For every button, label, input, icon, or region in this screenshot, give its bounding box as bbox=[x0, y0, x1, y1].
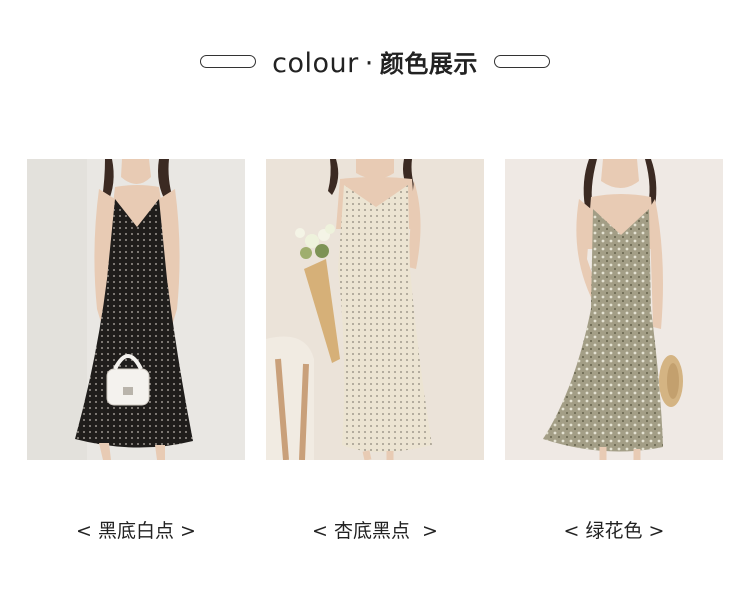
caption-black-dots: < 黑底白点 > bbox=[76, 520, 196, 542]
section-title: colour · 颜色展示 bbox=[272, 44, 478, 79]
title-chinese: 颜色展示 bbox=[379, 49, 478, 78]
product-photo-apricot-dots[interactable] bbox=[266, 159, 484, 460]
left-pill-decoration bbox=[200, 54, 257, 68]
product-photo-black-dots[interactable] bbox=[27, 159, 245, 460]
model-photo-1 bbox=[27, 159, 245, 460]
model-photo-3 bbox=[505, 159, 723, 460]
section-header: colour · 颜色展示 bbox=[0, 38, 750, 84]
caption-green-floral: < 绿花色 > bbox=[563, 520, 665, 542]
product-photo-green-floral[interactable] bbox=[505, 159, 723, 460]
caption-apricot-dots: < 杏底黑点 > bbox=[312, 520, 438, 542]
color-gallery bbox=[0, 159, 750, 460]
title-english: colour bbox=[272, 47, 359, 79]
right-pill-decoration bbox=[493, 54, 550, 68]
model-photo-2 bbox=[266, 159, 484, 460]
title-separator: · bbox=[364, 47, 374, 79]
